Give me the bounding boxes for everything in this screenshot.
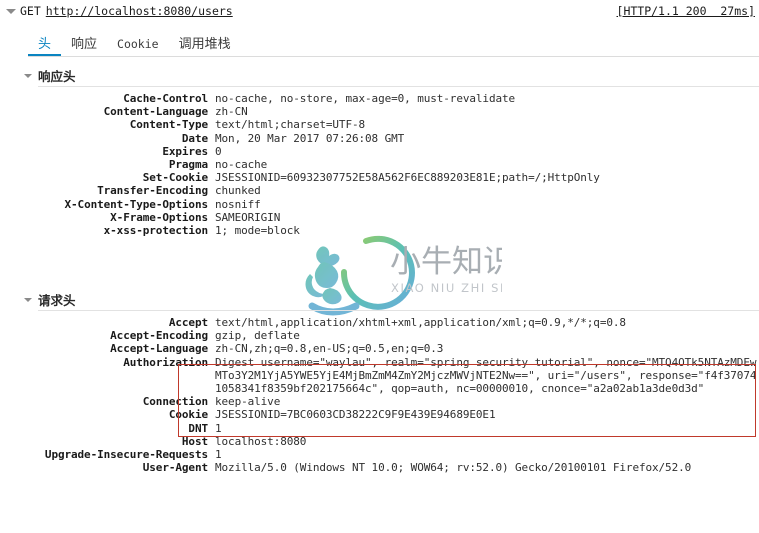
request-headers-table: Accept text/html,application/xhtml+xml,ap… [0, 316, 759, 474]
header-value: nosniff [215, 197, 261, 211]
header-value: 1 [215, 448, 222, 462]
header-name: Upgrade-Insecure-Requests [44, 448, 208, 462]
header-row[interactable]: x-xss-protection 1; mode=block [0, 224, 759, 237]
tab-label: 头 [38, 37, 52, 52]
header-row[interactable]: Cache-Control no-cache, no-store, max-age… [0, 92, 759, 105]
header-value: localhost:8080 [215, 434, 307, 448]
header-value: no-cache, no-store, max-age=0, must-reva… [215, 92, 516, 105]
header-row[interactable]: X-Frame-Options SAMEORIGIN [0, 211, 759, 224]
response-headers-table: Cache-Control no-cache, no-store, max-age… [0, 92, 759, 237]
header-value: Mon, 20 Mar 2017 07:26:08 GMT [215, 131, 405, 145]
header-value: keep-alive [215, 395, 281, 409]
watermark-chinese-text: 小牛知识库 [390, 244, 502, 280]
header-name: Cache-Control [123, 92, 208, 105]
header-row[interactable]: User-Agent Mozilla/5.0 (Windows NT 10.0; … [0, 461, 759, 474]
triangle-down-icon[interactable] [24, 298, 32, 302]
tabs-container: 头 响应 Cookie 调用堆栈 [28, 31, 241, 56]
tab-2[interactable]: Cookie [107, 37, 169, 56]
header-name: Pragma [168, 158, 208, 172]
header-row[interactable]: Host localhost:8080 [0, 435, 759, 448]
request-url[interactable]: http://localhost:8080/users [46, 4, 233, 18]
header-row[interactable]: Accept text/html,application/xhtml+xml,ap… [0, 316, 759, 329]
header-value: 0 [215, 144, 222, 158]
triangle-down-icon[interactable] [24, 74, 32, 78]
header-value: 1; mode=block [215, 224, 300, 238]
header-name: Accept-Language [110, 342, 208, 356]
header-name: Expires [162, 144, 208, 158]
tab-3[interactable]: 调用堆栈 [169, 37, 241, 56]
request-summary-row[interactable]: GET http://localhost:8080/users [HTTP/1.… [0, 0, 759, 20]
header-row[interactable]: Authorization Digest username="waylau", r… [0, 356, 759, 396]
section-divider [38, 86, 759, 87]
header-name: Connection [142, 395, 208, 409]
header-value: 1 [215, 421, 222, 435]
header-row[interactable]: Pragma no-cache [0, 158, 759, 171]
header-name: Set-Cookie [142, 171, 208, 185]
header-row[interactable]: Date Mon, 20 Mar 2017 07:26:08 GMT [0, 132, 759, 145]
header-name: Content-Type [129, 118, 208, 132]
header-row[interactable]: Connection keep-alive [0, 395, 759, 408]
request-headers-section: 请求头 Accept text/html,application/xhtml+xm… [0, 291, 759, 474]
tab-bar-divider [28, 56, 759, 57]
header-row[interactable]: Cookie JSESSIONID=7BC0603CD38222C9F9E439E… [0, 408, 759, 421]
header-value: JSESSIONID=7BC0603CD38222C9F9E439E94689E… [215, 408, 496, 422]
header-name: Accept-Encoding [110, 329, 208, 343]
header-row[interactable]: Accept-Encoding gzip, deflate [0, 329, 759, 342]
header-name: Cookie [168, 408, 208, 422]
header-value: gzip, deflate [215, 329, 300, 343]
header-name: User-Agent [142, 461, 208, 475]
request-status[interactable]: [HTTP/1.1 200 27ms] [617, 4, 755, 18]
header-value: JSESSIONID=60932307752E58A562F6EC889203E… [215, 171, 600, 185]
header-name: X-Content-Type-Options [64, 197, 209, 211]
triangle-down-icon[interactable] [6, 6, 16, 16]
tab-1[interactable]: 响应 [61, 37, 107, 56]
header-value: text/html,application/xhtml+xml,applicat… [215, 316, 626, 329]
response-headers-title-row[interactable]: 响应头 [0, 67, 759, 84]
header-value: zh-CN [215, 105, 248, 119]
tab-label: 响应 [71, 37, 98, 52]
header-name: DNT [188, 421, 208, 435]
header-value: no-cache [215, 158, 268, 172]
header-name: Transfer-Encoding [97, 184, 208, 198]
header-row[interactable]: Accept-Language zh-CN,zh;q=0.8,en-US;q=0.… [0, 342, 759, 355]
header-value: chunked [215, 184, 261, 198]
header-row[interactable]: X-Content-Type-Options nosniff [0, 198, 759, 211]
header-row[interactable]: Upgrade-Insecure-Requests 1 [0, 448, 759, 461]
response-headers-section: 响应头 Cache-Control no-cache, no-store, max… [0, 67, 759, 237]
header-row[interactable]: Set-Cookie JSESSIONID=60932307752E58A562F… [0, 171, 759, 184]
header-name: Host [181, 434, 208, 448]
header-name: Authorization [123, 355, 208, 369]
response-headers-title: 响应头 [38, 69, 76, 84]
header-row[interactable]: Content-Language zh-CN [0, 105, 759, 118]
header-row[interactable]: Content-Type text/html;charset=UTF-8 [0, 118, 759, 131]
header-value: Mozilla/5.0 (Windows NT 10.0; WOW64; rv:… [215, 461, 692, 475]
request-headers-title-row[interactable]: 请求头 [0, 291, 759, 308]
header-value: Digest username="waylau", realm="spring … [215, 355, 757, 396]
header-value: SAMEORIGIN [215, 210, 281, 224]
header-name: Date [181, 131, 208, 145]
request-method: GET [20, 4, 41, 18]
tab-bar: 头 响应 Cookie 调用堆栈 [0, 31, 759, 57]
header-value: text/html;charset=UTF-8 [215, 118, 366, 132]
header-name: Content-Language [103, 105, 208, 119]
request-headers-title: 请求头 [38, 293, 76, 308]
header-name: Accept [168, 316, 208, 329]
tab-0[interactable]: 头 [28, 37, 62, 56]
tab-label: Cookie [117, 37, 159, 51]
header-row[interactable]: Expires 0 [0, 145, 759, 158]
tab-label: 调用堆栈 [178, 37, 231, 52]
header-value: zh-CN,zh;q=0.8,en-US;q=0.5,en;q=0.3 [215, 342, 444, 356]
header-name: X-Frame-Options [110, 210, 208, 224]
section-divider [38, 310, 759, 311]
header-name: x-xss-protection [103, 224, 208, 238]
header-row[interactable]: DNT 1 [0, 422, 759, 435]
header-row[interactable]: Transfer-Encoding chunked [0, 184, 759, 197]
